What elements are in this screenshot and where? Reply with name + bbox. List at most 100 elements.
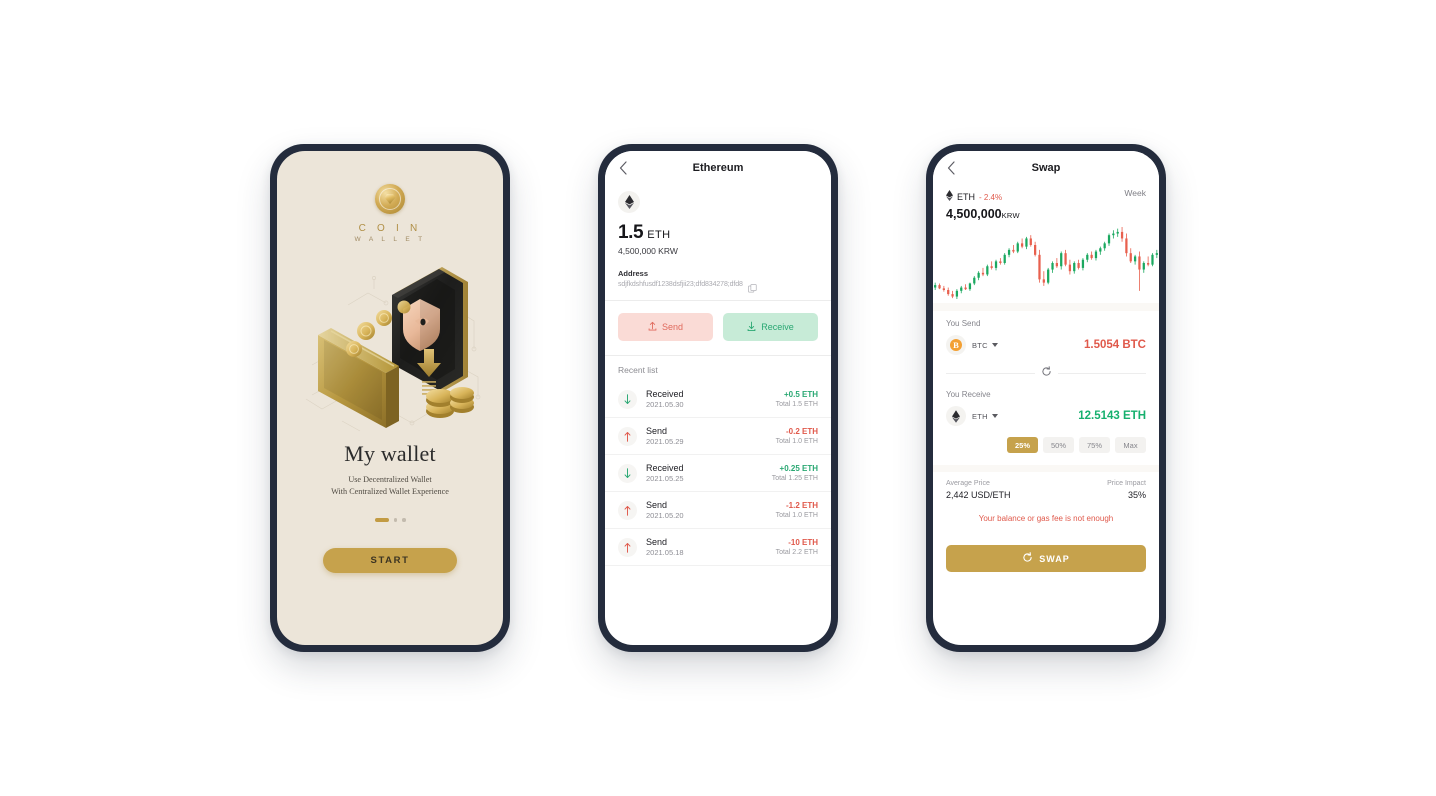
you-send-token: BTC <box>972 340 988 350</box>
divider-line-left <box>946 372 1035 374</box>
you-receive-row: ETH 12.5143 ETH <box>946 406 1146 426</box>
section-divider <box>933 303 1159 311</box>
address-value: sdjfkdshfusdf1238dsfjii23;dfd834278;dfd8 <box>618 281 743 288</box>
pagination-dot-3[interactable] <box>402 518 406 522</box>
you-receive-amount[interactable]: 12.5143 ETH <box>1078 410 1146 422</box>
transaction-date: 2021.05.25 <box>646 474 684 483</box>
transaction-amounts: +0.5 ETH Total 1.5 ETH <box>776 390 818 408</box>
chart-price-unit: KRW <box>1001 211 1020 220</box>
average-price-block: Average Price 2,442 USD/ETH <box>946 480 1011 500</box>
price-impact-block: Price Impact 35% <box>1107 480 1146 500</box>
refresh-icon[interactable] <box>1041 364 1052 382</box>
transaction-amounts: -0.2 ETH Total 1.0 ETH <box>776 427 818 445</box>
send-button-label: Send <box>661 322 684 332</box>
transaction-amounts: -10 ETH Total 2.2 ETH <box>776 538 818 556</box>
chevron-left-icon[interactable] <box>943 160 959 176</box>
chart-price: 4,500,000KRW <box>933 206 1159 221</box>
pagination-dot-2[interactable] <box>393 518 397 522</box>
transaction-info: Received 2021.05.30 <box>646 389 767 409</box>
ethereum-icon <box>946 188 953 206</box>
ethereum-wallet-screen: Ethereum 1.5 ETH 4,500,000 KRW Address s… <box>605 151 831 645</box>
divider-line-right <box>1057 372 1146 374</box>
isometric-wallet-graphic <box>305 267 481 432</box>
table-row[interactable]: Send 2021.05.20 -1.2 ETH Total 1.0 ETH <box>605 492 831 529</box>
transaction-date: 2021.05.20 <box>646 511 684 520</box>
warning-message: Your balance or gas fee is not enough <box>978 514 1114 523</box>
transaction-info: Send 2021.05.18 <box>646 537 767 557</box>
arrow-up-icon <box>618 426 637 446</box>
percent-option-50[interactable]: 50% <box>1043 437 1074 453</box>
brand-logo: C O I N W A L L E T <box>354 184 425 243</box>
address-label: Address <box>618 269 649 278</box>
coin-gem-logo-icon <box>375 184 405 214</box>
refresh-icon <box>1022 552 1033 565</box>
transaction-info: Send 2021.05.29 <box>646 426 767 446</box>
transaction-total: Total 1.0 ETH <box>775 438 818 445</box>
chevron-down-icon[interactable] <box>991 343 998 347</box>
page-subtitle: Use Decentralized Wallet With Centralize… <box>331 474 449 498</box>
transaction-amount: -1.2 ETH <box>785 501 818 510</box>
copy-icon[interactable] <box>747 280 757 293</box>
chevron-left-icon[interactable] <box>615 160 631 176</box>
arrow-down-icon <box>618 389 637 409</box>
table-row[interactable]: Send 2021.05.18 -10 ETH Total 2.2 ETH <box>605 529 831 566</box>
send-button[interactable]: Send <box>618 313 713 341</box>
transaction-date: 2021.05.29 <box>646 437 684 446</box>
balance-section: 1.5 ETH 4,500,000 KRW Address sdjfkdshfu… <box>605 185 831 300</box>
you-send-label: You Send <box>946 319 981 328</box>
arrow-down-icon <box>618 463 637 483</box>
transaction-amount: +0.5 ETH <box>783 390 818 399</box>
chart-symbol-row: ETH - 2.4% <box>946 188 1002 206</box>
receive-button-label: Receive <box>761 322 794 332</box>
page-title: Ethereum <box>692 162 744 174</box>
transaction-info: Send 2021.05.20 <box>646 500 767 520</box>
percent-option-25[interactable]: 25% <box>1007 437 1038 453</box>
transaction-amount: -10 ETH <box>788 538 818 547</box>
receive-button[interactable]: Receive <box>723 313 818 341</box>
transaction-info: Received 2021.05.25 <box>646 463 763 483</box>
download-arrow-icon <box>747 321 756 333</box>
phone-mockup-onboarding: C O I N W A L L E T My wallet Use Decent… <box>270 144 510 652</box>
ethereum-header: Ethereum <box>605 151 831 185</box>
table-row[interactable]: Received 2021.05.30 +0.5 ETH Total 1.5 E… <box>605 381 831 418</box>
bitcoin-icon: B <box>946 335 966 355</box>
subtitle-line-1: Use Decentralized Wallet <box>348 475 432 484</box>
upload-arrow-icon <box>648 321 657 333</box>
percent-option-75[interactable]: 75% <box>1079 437 1110 453</box>
transaction-amount: +0.25 ETH <box>779 464 818 473</box>
percent-selector: 25% 50% 75% Max <box>933 426 1159 453</box>
chevron-down-icon[interactable] <box>991 414 998 418</box>
ethereum-icon <box>946 406 966 426</box>
chart-range-selector[interactable]: Week <box>1124 188 1146 198</box>
screenshot-canvas: C O I N W A L L E T My wallet Use Decent… <box>0 0 1436 796</box>
gem-icon <box>384 194 396 204</box>
price-info-section: Average Price 2,442 USD/ETH Price Impact… <box>933 472 1159 500</box>
arrow-up-icon <box>618 537 637 557</box>
you-send-section: You Send B BTC 1.5054 BTC <box>933 311 1159 355</box>
pagination-dot-1-active[interactable] <box>374 517 389 522</box>
transaction-amounts: +0.25 ETH Total 1.25 ETH <box>772 464 818 482</box>
chart-change-percent: - 2.4% <box>979 192 1003 202</box>
action-buttons: Send Receive <box>605 301 831 355</box>
transaction-date: 2021.05.18 <box>646 548 684 557</box>
address-row: sdjfkdshfusdf1238dsfjii23;dfd834278;dfd8 <box>618 280 818 293</box>
average-price-label: Average Price <box>946 480 990 487</box>
brand-name-wallet: W A L L E T <box>354 236 426 243</box>
percent-option-max[interactable]: Max <box>1115 437 1146 453</box>
arrow-up-icon <box>618 500 637 520</box>
transaction-type: Received <box>646 389 684 399</box>
table-row[interactable]: Send 2021.05.29 -0.2 ETH Total 1.0 ETH <box>605 418 831 455</box>
table-row[interactable]: Received 2021.05.25 +0.25 ETH Total 1.25… <box>605 455 831 492</box>
you-send-amount[interactable]: 1.5054 BTC <box>1084 339 1146 351</box>
transaction-total: Total 1.5 ETH <box>775 401 818 408</box>
subtitle-line-2: With Centralized Wallet Experience <box>331 486 449 496</box>
transaction-total: Total 1.25 ETH <box>771 475 818 482</box>
start-button[interactable]: START <box>323 547 457 573</box>
swap-button[interactable]: SWAP <box>946 545 1146 572</box>
pagination-dots[interactable] <box>374 517 406 522</box>
average-price-value: 2,442 USD/ETH <box>946 490 1011 500</box>
balance-fiat-value: 4,500,000 KRW <box>618 246 678 256</box>
page-title: My wallet <box>344 441 436 466</box>
chart-price-value: 4,500,000 <box>946 207 1002 221</box>
swap-screen: Swap ETH - 2.4% Week 4,500,000KRW You Se… <box>933 151 1159 645</box>
